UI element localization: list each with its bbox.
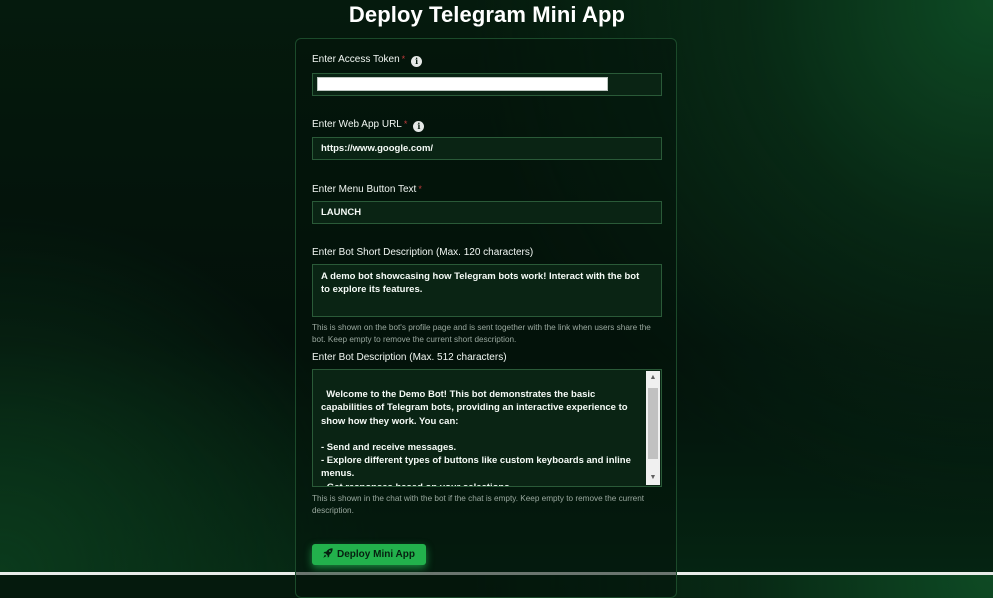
scroll-up-icon[interactable]: ▲ — [646, 371, 660, 385]
info-icon[interactable]: i — [411, 56, 423, 67]
access-token-masked-value — [317, 77, 608, 91]
rocket-icon — [323, 548, 333, 558]
page-title: Deploy Telegram Mini App — [348, 2, 626, 27]
menu-button-text-label: Enter Menu Button Text * — [312, 184, 422, 195]
web-app-url-input[interactable]: https://www.google.com/ — [312, 137, 662, 160]
required-mark: * — [418, 184, 422, 194]
description-helper: This is shown in the chat with the bot i… — [312, 494, 645, 515]
scroll-down-icon[interactable]: ▼ — [646, 471, 660, 485]
description-label: Enter Bot Description (Max. 512 characte… — [312, 352, 507, 363]
scroll-thumb[interactable] — [648, 388, 658, 459]
menu-button-text-label-text: Enter Menu Button Text — [312, 184, 417, 195]
description-text: Welcome to the Demo Bot! This bot demons… — [321, 389, 631, 486]
short-description-textarea[interactable]: A demo bot showcasing how Telegram bots … — [312, 264, 662, 317]
required-mark: * — [403, 119, 408, 129]
web-app-url-label: Enter Web App URL * i — [312, 119, 425, 132]
short-description-helper: This is shown on the bot's profile page … — [312, 323, 651, 344]
description-scrollbar[interactable]: ▲ ▼ — [646, 371, 660, 485]
web-app-url-label-text: Enter Web App URL — [312, 119, 402, 130]
menu-button-text-input[interactable]: LAUNCH — [312, 201, 662, 224]
description-textarea[interactable]: Welcome to the Demo Bot! This bot demons… — [312, 369, 662, 487]
info-icon[interactable]: i — [413, 121, 425, 132]
required-mark: * — [401, 54, 406, 64]
access-token-label: Enter Access Token * i — [312, 54, 423, 67]
deploy-button-label: Deploy Mini App — [337, 549, 415, 560]
access-token-label-text: Enter Access Token — [312, 54, 400, 65]
access-token-input[interactable] — [312, 73, 662, 96]
deploy-mini-app-button[interactable]: Deploy Mini App — [312, 544, 426, 565]
short-description-label: Enter Bot Short Description (Max. 120 ch… — [312, 247, 534, 258]
